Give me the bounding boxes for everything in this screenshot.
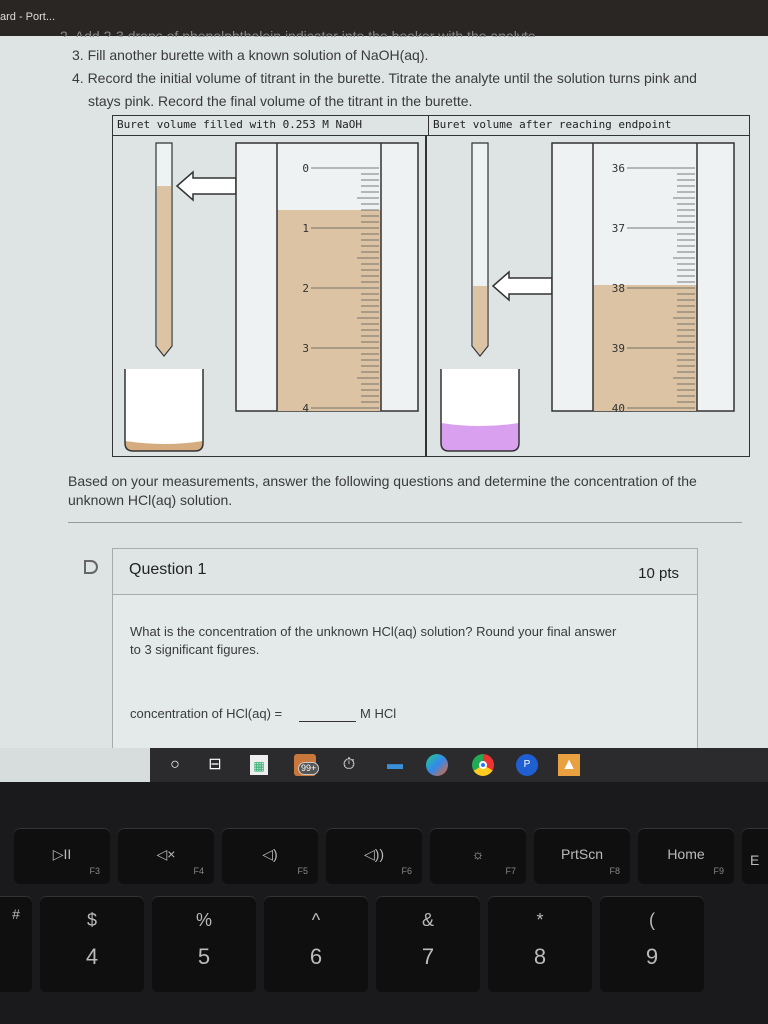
right-scale-label: 38 xyxy=(612,282,625,295)
store-icon[interactable]: ▦ xyxy=(250,755,268,775)
key-fn-label: F5 xyxy=(297,866,308,876)
answer-label: concentration of HCl(aq) = xyxy=(130,706,283,721)
right-scale-label: 37 xyxy=(612,222,625,235)
key-label: ☼ xyxy=(471,846,485,862)
left-scale-label: 4 xyxy=(302,402,309,415)
key-fn-label: F7 xyxy=(505,866,516,876)
left-scale-label: 0 xyxy=(302,162,309,175)
instruction-step-4: 4. Record the initial volume of titrant … xyxy=(72,70,697,86)
key-shift-label: $ xyxy=(86,910,97,930)
left-scale-label: 1 xyxy=(302,222,309,235)
right-scale-label: 40 xyxy=(612,402,625,415)
left-beaker-bg xyxy=(125,369,203,451)
divider xyxy=(68,522,742,523)
taskbar: ○ ⊟ ▦ 99+ ⏱ ▬ P ▲ xyxy=(150,748,768,782)
buret-table: Buret volume filled with 0.253 M NaOH Bu… xyxy=(112,115,750,457)
question-card: Question 1 10 pts What is the concentrat… xyxy=(112,548,698,758)
key-label: 9 xyxy=(645,944,659,969)
answer-unit: M HCl xyxy=(360,706,397,721)
key-f9[interactable]: Home F9 xyxy=(638,828,734,884)
key-9[interactable]: (9 xyxy=(600,896,704,992)
key-shift-label: ( xyxy=(649,910,655,930)
photos-icon[interactable]: ▲ xyxy=(558,754,580,776)
powerpoint-icon[interactable]: P xyxy=(516,754,538,776)
key-7[interactable]: & 7 xyxy=(376,896,480,992)
key-shift-label: ^ xyxy=(311,910,321,930)
left-scale-label: 2 xyxy=(302,282,309,295)
key-f5[interactable]: ◁) F5 xyxy=(222,828,318,884)
file-explorer-icon[interactable]: ▬ xyxy=(384,754,406,776)
right-arrow-icon xyxy=(491,270,553,302)
key-f8[interactable]: PrtScn F8 xyxy=(534,828,630,884)
question-text-1: What is the concentration of the unknown… xyxy=(130,624,617,639)
instruction-step-3: 3. Fill another burette with a known sol… xyxy=(72,47,429,63)
question-title: Question 1 xyxy=(129,561,207,578)
key-label: 5 xyxy=(197,944,211,969)
key-label: 6 xyxy=(309,944,323,969)
key-label: PrtScn xyxy=(560,846,603,862)
key-label: 7 xyxy=(421,944,435,969)
question-points: 10 pts xyxy=(638,565,679,582)
instruction-step-2: 2. Add 2-3 drops of phenolphthalein indi… xyxy=(60,28,540,37)
key-fn-label: F9 xyxy=(713,866,724,876)
taskbar-left-area xyxy=(0,748,150,782)
concentration-answer-input[interactable] xyxy=(299,707,356,722)
key-label: ▷II xyxy=(52,846,72,862)
key-3[interactable]: # xyxy=(0,896,32,992)
key-8[interactable]: * 8 xyxy=(488,896,592,992)
left-scale-label: 3 xyxy=(302,342,309,355)
mail-badge: 99+ xyxy=(298,762,320,775)
key-label: 8 xyxy=(533,944,547,969)
key-label: ◁)) xyxy=(363,846,385,862)
right-scale-label: 36 xyxy=(612,162,625,175)
key-shift-label: % xyxy=(195,910,212,930)
key-label: ◁) xyxy=(262,846,278,862)
key-label: Home xyxy=(667,846,705,862)
key-f3[interactable]: ▷II F3 xyxy=(14,828,110,884)
key-label: ◁× xyxy=(156,846,176,862)
tab-title[interactable]: ard - Port... xyxy=(0,11,55,23)
clock-icon[interactable]: ⏱ xyxy=(338,754,360,776)
key-fn-label: F6 xyxy=(401,866,412,876)
right-scale-label: 39 xyxy=(612,342,625,355)
key-fn-label: F8 xyxy=(609,866,620,876)
prompt-line-2: unknown HCl(aq) solution. xyxy=(68,492,233,508)
key-f10[interactable]: E xyxy=(742,828,768,884)
key-shift-label: * xyxy=(536,910,544,930)
key-fn-label: F3 xyxy=(89,866,100,876)
edge-icon[interactable] xyxy=(426,754,448,776)
prompt-line-1: Based on your measurements, answer the f… xyxy=(68,473,697,489)
key-4[interactable]: $4 xyxy=(40,896,144,992)
left-small-buret-liquid xyxy=(157,186,171,355)
key-label: E xyxy=(750,852,760,868)
left-arrow-icon xyxy=(175,170,237,202)
key-shift-label: & xyxy=(421,910,434,930)
key-fn-label: F4 xyxy=(193,866,204,876)
instruction-step-4-cont: stays pink. Record the final volume of t… xyxy=(88,93,473,109)
right-beaker-liquid xyxy=(441,423,519,451)
search-icon[interactable]: ○ xyxy=(164,754,186,776)
key-f7[interactable]: ☼ F7 xyxy=(430,828,526,884)
question-header: Question 1 10 pts xyxy=(113,549,697,595)
key-label: 4 xyxy=(85,944,99,969)
key-6[interactable]: ^ 6 xyxy=(264,896,368,992)
quiz-page: 2. Add 2-3 drops of phenolphthalein indi… xyxy=(0,28,768,758)
key-f6[interactable]: ◁)) F6 xyxy=(326,828,422,884)
bookmark-question-icon[interactable] xyxy=(84,560,98,574)
key-f4[interactable]: ◁× F4 xyxy=(118,828,214,884)
right-small-buret-liquid xyxy=(473,286,487,355)
task-view-icon[interactable]: ⊟ xyxy=(204,754,226,776)
question-text-2: to 3 significant figures. xyxy=(130,642,260,657)
mail-icon[interactable]: 99+ xyxy=(294,754,320,776)
key-shift-label: # xyxy=(12,906,20,922)
key-5[interactable]: % 5 xyxy=(152,896,256,992)
chrome-icon[interactable] xyxy=(472,754,494,776)
buret-illustration: 0 1 2 3 4 36 37 38 39 40 xyxy=(124,142,735,452)
